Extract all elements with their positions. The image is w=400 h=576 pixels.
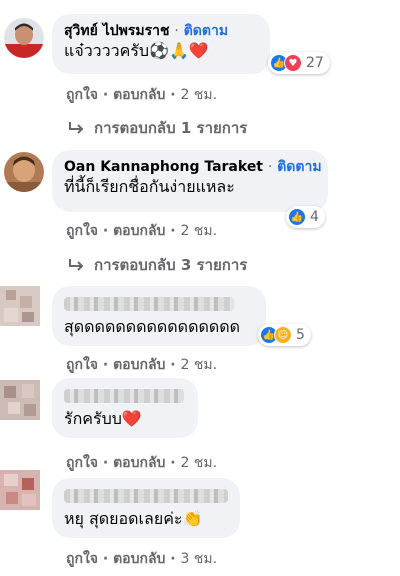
avatar[interactable]	[0, 470, 40, 510]
timestamp[interactable]: 2 ชม.	[181, 357, 218, 373]
follow-link[interactable]: ติดตาม	[277, 159, 321, 175]
like-button[interactable]: ถูกใจ	[66, 223, 98, 239]
care-reaction-icon: ☺	[274, 326, 292, 344]
reaction-count: 4	[310, 209, 319, 225]
separator-dot: ·	[267, 159, 273, 175]
separator-dot: ·	[170, 455, 176, 471]
replies-label: การตอบกลับ 1 รายการ	[94, 119, 248, 137]
reaction-count: 27	[306, 55, 324, 71]
avatar[interactable]	[4, 18, 44, 58]
comment-text: รักครับบ❤️	[64, 409, 142, 428]
blurred-author-name	[64, 389, 184, 403]
separator-dot: ·	[102, 455, 109, 471]
like-button[interactable]: ถูกใจ	[66, 87, 98, 103]
reply-button[interactable]: ตอบกลับ	[113, 551, 165, 567]
blurred-author-name	[64, 297, 234, 311]
comment-actions: ถูกใจ · ตอบกลับ · 2 ชม.	[66, 84, 217, 106]
comment-text: ที่นี้ก็เรียกชื่อกันง่ายแหละ	[64, 177, 235, 196]
separator-dot: ·	[170, 87, 176, 103]
separator-dot: ·	[102, 223, 109, 239]
reaction-count: 5	[296, 327, 305, 343]
comment-text: หยุ สุดยอดเลยค่ะ👏	[64, 509, 203, 528]
separator-dot: ·	[102, 551, 109, 567]
comment-text: สุดดดดดดดดดดดดดดดด	[64, 317, 241, 336]
comment-bubble: รักครับบ❤️	[52, 378, 198, 438]
timestamp[interactable]: 2 ชม.	[181, 455, 218, 471]
timestamp[interactable]: 3 ชม.	[181, 551, 218, 567]
view-replies-link[interactable]: การตอบกลับ 1 รายการ	[68, 116, 247, 140]
comment-text: แจ๋ววววครับ⚽🙏❤️	[64, 41, 209, 60]
reply-arrow-icon	[69, 122, 84, 134]
comment-actions: ถูกใจ · ตอบกลับ · 2 ชม.	[66, 452, 217, 474]
separator-dot: ·	[170, 551, 176, 567]
reply-button[interactable]: ตอบกลับ	[113, 455, 165, 471]
author-name[interactable]: สุวิทย์ ไปพรมราช	[64, 23, 170, 39]
comment-bubble: สุวิทย์ ไปพรมราช · ติดตาม แจ๋ววววครับ⚽🙏❤…	[52, 14, 270, 74]
reply-button[interactable]: ตอบกลับ	[113, 223, 165, 239]
separator-dot: ·	[102, 357, 109, 373]
comment-bubble: สุดดดดดดดดดดดดดดดด	[52, 286, 266, 346]
separator-dot: ·	[174, 23, 179, 39]
comment-bubble: Oan Kannaphong Taraket · ติดตาม ที่นี้ก็…	[52, 150, 328, 212]
reply-button[interactable]: ตอบกลับ	[113, 357, 165, 373]
timestamp[interactable]: 2 ชม.	[181, 87, 218, 103]
like-button[interactable]: ถูกใจ	[66, 357, 98, 373]
love-reaction-icon: ♥	[284, 54, 302, 72]
avatar[interactable]	[0, 380, 40, 420]
comment-actions: ถูกใจ · ตอบกลับ · 2 ชม.	[66, 220, 217, 242]
comment-actions: ถูกใจ · ตอบกลับ · 3 ชม.	[66, 548, 217, 570]
view-replies-link[interactable]: การตอบกลับ 3 รายการ	[68, 253, 247, 277]
avatar[interactable]	[4, 152, 44, 192]
like-button[interactable]: ถูกใจ	[66, 551, 98, 567]
timestamp[interactable]: 2 ชม.	[181, 223, 218, 239]
reaction-summary[interactable]: 👍 ☺ 5	[258, 324, 311, 346]
reaction-summary[interactable]: 👍 ♥ 27	[268, 52, 330, 74]
comment-bubble: หยุ สุดยอดเลยค่ะ👏	[52, 478, 240, 538]
separator-dot: ·	[170, 357, 176, 373]
reply-arrow-icon	[69, 259, 84, 271]
author-name[interactable]: Oan Kannaphong Taraket	[64, 159, 263, 175]
follow-link[interactable]: ติดตาม	[184, 23, 228, 39]
reaction-summary[interactable]: 👍 4	[286, 206, 325, 228]
like-reaction-icon: 👍	[288, 208, 306, 226]
reply-button[interactable]: ตอบกลับ	[113, 87, 165, 103]
comment-actions: ถูกใจ · ตอบกลับ · 2 ชม.	[66, 354, 217, 376]
replies-label: การตอบกลับ 3 รายการ	[94, 256, 248, 274]
avatar[interactable]	[0, 286, 40, 326]
blurred-author-name	[64, 489, 228, 503]
like-button[interactable]: ถูกใจ	[66, 455, 98, 471]
separator-dot: ·	[102, 87, 109, 103]
separator-dot: ·	[170, 223, 176, 239]
